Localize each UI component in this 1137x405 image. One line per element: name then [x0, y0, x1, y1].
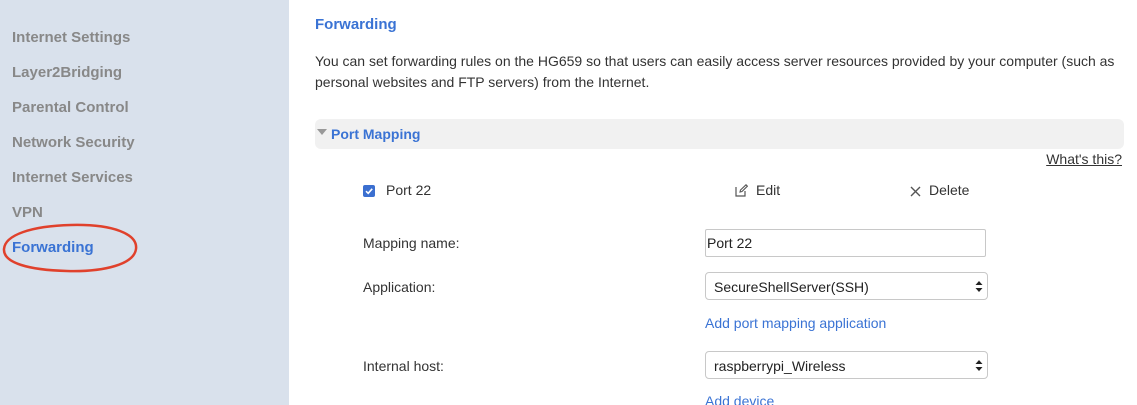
add-device-link[interactable]: Add device [705, 393, 774, 405]
sidebar-item-parental-control[interactable]: Parental Control [12, 99, 129, 116]
sidebar-item-internet-settings[interactable]: Internet Settings [12, 29, 130, 46]
internal-host-label: Internal host: [363, 358, 444, 374]
sidebar-item-layer2bridging[interactable]: Layer2Bridging [12, 64, 122, 81]
add-port-mapping-application-link[interactable]: Add port mapping application [705, 315, 886, 331]
rule-checkbox[interactable] [363, 185, 375, 197]
edit-button[interactable]: Edit [735, 182, 780, 198]
internal-host-select-value: raspberrypi_Wireless [714, 358, 846, 374]
application-select[interactable]: SecureShellServer(SSH) [705, 272, 988, 300]
edit-label: Edit [756, 182, 781, 198]
rule-name: Port 22 [386, 182, 432, 198]
select-arrows-icon [975, 360, 983, 371]
application-label: Application: [363, 279, 436, 295]
main-content: Forwarding You can set forwarding rules … [289, 0, 1137, 405]
internal-host-select[interactable]: raspberrypi_Wireless [705, 351, 988, 379]
sidebar-item-internet-services[interactable]: Internet Services [12, 169, 133, 186]
close-icon [910, 186, 921, 197]
delete-label: Delete [929, 182, 970, 198]
sidebar-item-network-security[interactable]: Network Security [12, 134, 135, 151]
mapping-name-input[interactable] [705, 229, 986, 257]
port-mapping-section-header[interactable]: Port Mapping [315, 119, 1124, 149]
whats-this-link[interactable]: What's this? [1046, 151, 1122, 167]
sidebar-item-vpn[interactable]: VPN [12, 204, 43, 221]
caret-down-icon [317, 129, 327, 135]
select-arrows-icon [975, 281, 983, 292]
application-select-value: SecureShellServer(SSH) [714, 279, 869, 295]
page-description: You can set forwarding rules on the HG65… [315, 53, 1115, 90]
sidebar: Internet Settings Layer2Bridging Parenta… [0, 0, 289, 405]
page-title: Forwarding [315, 16, 397, 33]
delete-button[interactable]: Delete [910, 182, 969, 198]
mapping-name-label: Mapping name: [363, 235, 460, 251]
checkmark-icon [365, 188, 373, 195]
edit-icon [735, 184, 749, 197]
section-title: Port Mapping [331, 126, 421, 142]
sidebar-item-forwarding[interactable]: Forwarding [12, 239, 94, 256]
